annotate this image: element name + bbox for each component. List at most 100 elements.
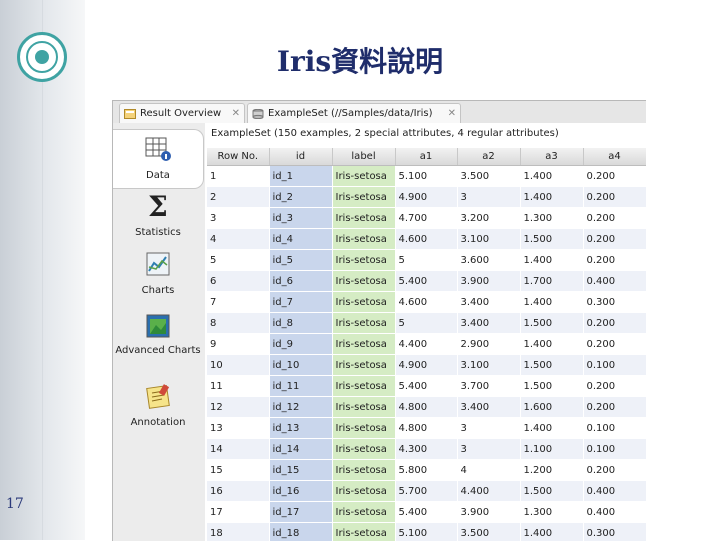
chart-icon — [144, 251, 172, 277]
table-cell: 5 — [207, 250, 269, 271]
table-row[interactable]: 9id_9Iris-setosa4.4002.9001.4000.200 — [207, 334, 646, 355]
table-cell: 0.400 — [583, 502, 646, 523]
app-window: Result Overview ✕ ExampleSet (//Samples/… — [112, 100, 646, 541]
table-row[interactable]: 17id_17Iris-setosa5.4003.9001.3000.400 — [207, 502, 646, 523]
table-cell: 4.600 — [395, 292, 457, 313]
table-cell: 12 — [207, 397, 269, 418]
column-header[interactable]: Row No. — [207, 148, 269, 166]
table-cell: 4.900 — [395, 355, 457, 376]
table-row[interactable]: 16id_16Iris-setosa5.7004.4001.5000.400 — [207, 481, 646, 502]
table-cell: 3.400 — [457, 313, 520, 334]
table-cell: 14 — [207, 439, 269, 460]
table-cell: 3.900 — [457, 502, 520, 523]
table-row[interactable]: 5id_5Iris-setosa53.6001.4000.200 — [207, 250, 646, 271]
view-label: Advanced Charts — [113, 345, 203, 357]
view-label: Charts — [113, 285, 203, 296]
table-cell: 6 — [207, 271, 269, 292]
table-cell: Iris-setosa — [332, 271, 395, 292]
table-cell: id_15 — [269, 460, 332, 481]
table-cell: Iris-setosa — [332, 250, 395, 271]
table-cell: 1.400 — [520, 418, 583, 439]
column-header[interactable]: a3 — [520, 148, 583, 166]
table-row[interactable]: 2id_2Iris-setosa4.90031.4000.200 — [207, 187, 646, 208]
table-cell: 0.300 — [583, 292, 646, 313]
close-icon[interactable]: ✕ — [448, 108, 456, 119]
table-cell: id_18 — [269, 523, 332, 541]
table-cell: 0.400 — [583, 481, 646, 502]
table-cell: Iris-setosa — [332, 418, 395, 439]
table-cell: 0.200 — [583, 229, 646, 250]
table-cell: 3.700 — [457, 376, 520, 397]
table-row[interactable]: 18id_18Iris-setosa5.1003.5001.4000.300 — [207, 523, 646, 541]
table-cell: 1.400 — [520, 166, 583, 187]
table-cell: id_10 — [269, 355, 332, 376]
table-cell: 0.200 — [583, 460, 646, 481]
table-cell: 1.400 — [520, 334, 583, 355]
table-cell: id_14 — [269, 439, 332, 460]
tab-label: Result Overview — [140, 108, 228, 119]
table-cell: 3 — [457, 418, 520, 439]
table-cell: 1.500 — [520, 355, 583, 376]
table-cell: 3.400 — [457, 292, 520, 313]
table-cell: 0.200 — [583, 334, 646, 355]
table-row[interactable]: 8id_8Iris-setosa53.4001.5000.200 — [207, 313, 646, 334]
table-row[interactable]: 6id_6Iris-setosa5.4003.9001.7000.400 — [207, 271, 646, 292]
view-label: Statistics — [113, 227, 203, 238]
table-cell: Iris-setosa — [332, 355, 395, 376]
table-cell: 0.300 — [583, 523, 646, 541]
table-cell: 1.400 — [520, 292, 583, 313]
table-cell: 0.200 — [583, 397, 646, 418]
view-annotation-button[interactable]: Annotation — [113, 381, 203, 439]
column-header[interactable]: label — [332, 148, 395, 166]
table-row[interactable]: 11id_11Iris-setosa5.4003.7001.5000.200 — [207, 376, 646, 397]
table-cell: id_12 — [269, 397, 332, 418]
table-row[interactable]: 12id_12Iris-setosa4.8003.4001.6000.200 — [207, 397, 646, 418]
tab-result-overview[interactable]: Result Overview ✕ — [119, 103, 245, 123]
table-cell: 1 — [207, 166, 269, 187]
table-cell: id_17 — [269, 502, 332, 523]
view-statistics-button[interactable]: Σ Statistics — [113, 191, 203, 249]
table-cell: 3 — [457, 439, 520, 460]
table-cell: id_7 — [269, 292, 332, 313]
table-cell: Iris-setosa — [332, 166, 395, 187]
table-row[interactable]: 4id_4Iris-setosa4.6003.1001.5000.200 — [207, 229, 646, 250]
view-sidebar: Data Σ Statistics Charts Advanced Charts… — [113, 123, 205, 541]
table-cell: 4.600 — [395, 229, 457, 250]
table-header-row: Row No.idlabela1a2a3a4 — [207, 148, 646, 166]
table-cell: 5 — [395, 313, 457, 334]
view-advanced-charts-button[interactable]: Advanced Charts — [113, 311, 203, 369]
table-cell: id_1 — [269, 166, 332, 187]
table-cell: Iris-setosa — [332, 208, 395, 229]
close-icon[interactable]: ✕ — [232, 108, 240, 119]
view-label: Data — [113, 170, 203, 181]
table-cell: 4.400 — [457, 481, 520, 502]
table-cell: 0.200 — [583, 250, 646, 271]
table-cell: 1.400 — [520, 523, 583, 541]
table-row[interactable]: 1id_1Iris-setosa5.1003.5001.4000.200 — [207, 166, 646, 187]
table-cell: 1.300 — [520, 502, 583, 523]
view-data-button[interactable]: Data — [113, 129, 204, 189]
table-row[interactable]: 7id_7Iris-setosa4.6003.4001.4000.300 — [207, 292, 646, 313]
table-cell: 2 — [207, 187, 269, 208]
table-cell: 5.400 — [395, 271, 457, 292]
table-cell: 3.600 — [457, 250, 520, 271]
view-charts-button[interactable]: Charts — [113, 249, 203, 307]
table-row[interactable]: 15id_15Iris-setosa5.80041.2000.200 — [207, 460, 646, 481]
table-cell: 0.200 — [583, 166, 646, 187]
table-cell: 10 — [207, 355, 269, 376]
table-cell: id_9 — [269, 334, 332, 355]
table-cell: 0.100 — [583, 355, 646, 376]
column-header[interactable]: id — [269, 148, 332, 166]
column-header[interactable]: a1 — [395, 148, 457, 166]
column-header[interactable]: a4 — [583, 148, 646, 166]
table-cell: 1.500 — [520, 481, 583, 502]
table-row[interactable]: 10id_10Iris-setosa4.9003.1001.5000.100 — [207, 355, 646, 376]
table-cell: id_8 — [269, 313, 332, 334]
table-cell: id_6 — [269, 271, 332, 292]
tab-exampleset[interactable]: ExampleSet (//Samples/data/Iris) ✕ — [247, 103, 461, 123]
table-cell: 3 — [207, 208, 269, 229]
table-row[interactable]: 14id_14Iris-setosa4.30031.1000.100 — [207, 439, 646, 460]
table-row[interactable]: 3id_3Iris-setosa4.7003.2001.3000.200 — [207, 208, 646, 229]
table-row[interactable]: 13id_13Iris-setosa4.80031.4000.100 — [207, 418, 646, 439]
column-header[interactable]: a2 — [457, 148, 520, 166]
